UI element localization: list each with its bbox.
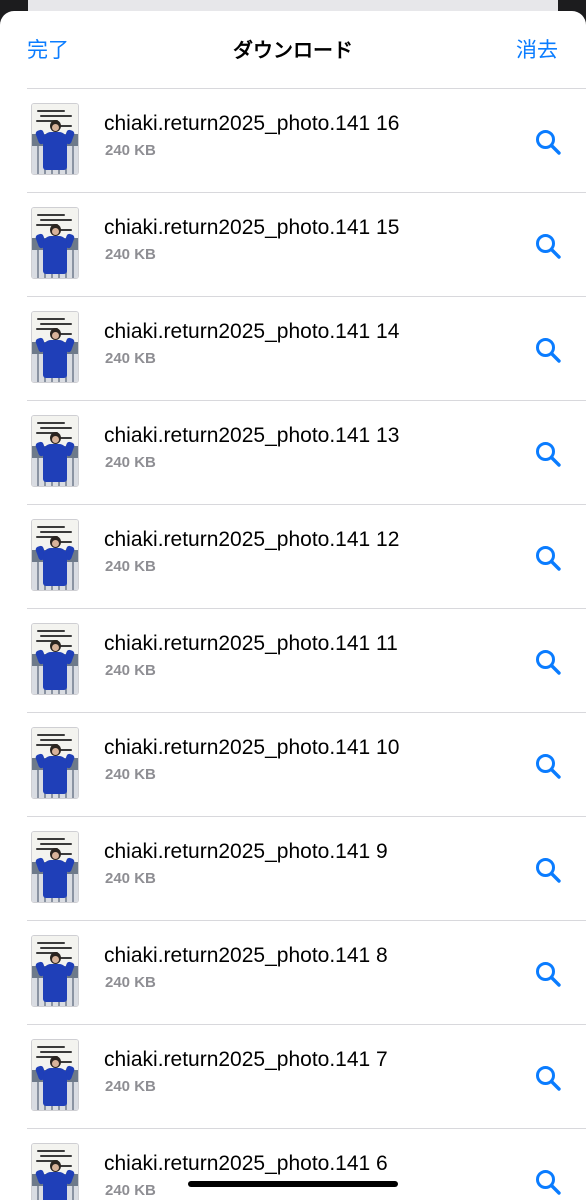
photo-thumbnail bbox=[31, 935, 79, 1007]
photo-thumbnail bbox=[31, 1039, 79, 1111]
file-size: 240 KB bbox=[105, 454, 156, 471]
download-row[interactable]: chiaki.return2025_photo.141 9 240 KB bbox=[27, 816, 586, 920]
photo-thumbnail bbox=[31, 831, 79, 903]
download-row[interactable]: chiaki.return2025_photo.141 11 240 KB bbox=[27, 608, 586, 712]
download-row[interactable]: chiaki.return2025_photo.141 14 240 KB bbox=[27, 296, 586, 400]
photo-thumbnail bbox=[31, 1143, 79, 1200]
file-size: 240 KB bbox=[105, 350, 156, 367]
file-name: chiaki.return2025_photo.141 6 bbox=[104, 1152, 388, 1175]
magnifying-glass-icon[interactable] bbox=[534, 1064, 562, 1092]
file-size: 240 KB bbox=[105, 870, 156, 887]
file-size: 240 KB bbox=[105, 1078, 156, 1095]
file-size: 240 KB bbox=[105, 662, 156, 679]
photo-thumbnail bbox=[31, 103, 79, 175]
file-size: 240 KB bbox=[105, 1182, 156, 1199]
download-row[interactable]: chiaki.return2025_photo.141 7 240 KB bbox=[27, 1024, 586, 1128]
file-size: 240 KB bbox=[105, 766, 156, 783]
magnifying-glass-icon[interactable] bbox=[534, 752, 562, 780]
download-row[interactable]: chiaki.return2025_photo.141 13 240 KB bbox=[27, 400, 586, 504]
file-size: 240 KB bbox=[105, 142, 156, 159]
photo-thumbnail bbox=[31, 415, 79, 487]
magnifying-glass-icon[interactable] bbox=[534, 128, 562, 156]
clear-button[interactable]: 消去 bbox=[516, 38, 558, 64]
magnifying-glass-icon[interactable] bbox=[534, 1168, 562, 1196]
file-name: chiaki.return2025_photo.141 7 bbox=[104, 1048, 388, 1071]
download-list: chiaki.return2025_photo.141 16 240 KB ch… bbox=[27, 88, 586, 1200]
file-name: chiaki.return2025_photo.141 13 bbox=[104, 424, 400, 447]
photo-thumbnail bbox=[31, 623, 79, 695]
download-row[interactable]: chiaki.return2025_photo.141 6 240 KB bbox=[27, 1128, 586, 1200]
magnifying-glass-icon[interactable] bbox=[534, 856, 562, 884]
photo-thumbnail bbox=[31, 727, 79, 799]
file-name: chiaki.return2025_photo.141 9 bbox=[104, 840, 388, 863]
download-row[interactable]: chiaki.return2025_photo.141 8 240 KB bbox=[27, 920, 586, 1024]
download-row[interactable]: chiaki.return2025_photo.141 10 240 KB bbox=[27, 712, 586, 816]
file-size: 240 KB bbox=[105, 558, 156, 575]
home-indicator[interactable] bbox=[188, 1181, 398, 1187]
downloads-sheet: 完了 ダウンロード 消去 chiaki.return2025_photo.141… bbox=[0, 11, 586, 1200]
magnifying-glass-icon[interactable] bbox=[534, 960, 562, 988]
file-size: 240 KB bbox=[105, 974, 156, 991]
magnifying-glass-icon[interactable] bbox=[534, 544, 562, 572]
file-name: chiaki.return2025_photo.141 10 bbox=[104, 736, 400, 759]
download-row[interactable]: chiaki.return2025_photo.141 12 240 KB bbox=[27, 504, 586, 608]
page-title: ダウンロード bbox=[233, 40, 353, 62]
file-name: chiaki.return2025_photo.141 8 bbox=[104, 944, 388, 967]
navigation-bar: 完了 ダウンロード 消去 bbox=[0, 11, 586, 88]
magnifying-glass-icon[interactable] bbox=[534, 440, 562, 468]
magnifying-glass-icon[interactable] bbox=[534, 232, 562, 260]
file-name: chiaki.return2025_photo.141 15 bbox=[104, 216, 400, 239]
file-name: chiaki.return2025_photo.141 14 bbox=[104, 320, 400, 343]
magnifying-glass-icon[interactable] bbox=[534, 336, 562, 364]
file-name: chiaki.return2025_photo.141 16 bbox=[104, 112, 400, 135]
photo-thumbnail bbox=[31, 207, 79, 279]
download-row[interactable]: chiaki.return2025_photo.141 15 240 KB bbox=[27, 192, 586, 296]
file-name: chiaki.return2025_photo.141 11 bbox=[104, 632, 398, 655]
photo-thumbnail bbox=[31, 311, 79, 383]
file-size: 240 KB bbox=[105, 246, 156, 263]
photo-thumbnail bbox=[31, 519, 79, 591]
file-name: chiaki.return2025_photo.141 12 bbox=[104, 528, 400, 551]
magnifying-glass-icon[interactable] bbox=[534, 648, 562, 676]
download-row[interactable]: chiaki.return2025_photo.141 16 240 KB bbox=[27, 88, 586, 192]
